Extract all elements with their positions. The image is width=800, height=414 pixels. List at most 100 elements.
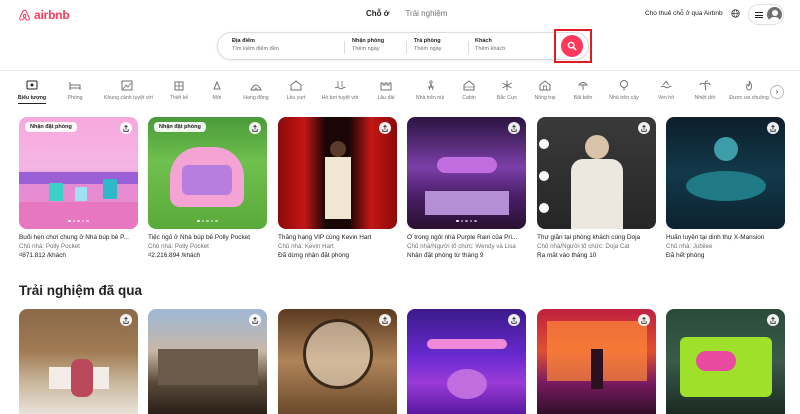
- chevron-right-icon[interactable]: ›: [770, 85, 784, 99]
- listing-card[interactable]: Huấn luyện tại dinh thự X-Mansion Chủ nh…: [666, 117, 785, 259]
- past-experience-card[interactable]: [407, 309, 526, 414]
- share-button[interactable]: [249, 122, 261, 134]
- share-icon: [252, 124, 258, 132]
- tab-experiences[interactable]: Trải nghiệm: [405, 9, 447, 18]
- experience-photo[interactable]: [537, 309, 656, 414]
- photo-carousel-dots: [19, 219, 138, 222]
- share-icon: [511, 124, 517, 132]
- share-button[interactable]: [767, 314, 779, 326]
- experience-photo[interactable]: [407, 309, 526, 414]
- listing-title: Thăng hạng VIP cùng Kevin Hart: [278, 234, 372, 241]
- tab-stays[interactable]: Chỗ ở: [366, 9, 389, 18]
- category-rooms[interactable]: Phòng: [52, 80, 98, 101]
- globe-icon[interactable]: [731, 9, 740, 18]
- category-views[interactable]: Khung cảnh tuyệt vời: [104, 80, 153, 101]
- share-icon: [511, 316, 517, 324]
- listing-title: Thư giãn tại phòng khách cùng Doja: [537, 234, 641, 241]
- yurt-icon: [290, 80, 302, 91]
- experience-photo[interactable]: [148, 309, 267, 414]
- past-experience-card[interactable]: [19, 309, 138, 414]
- listing-card[interactable]: Thư giãn tại phòng khách cùng Doja Chủ n…: [537, 117, 656, 259]
- past-experience-card[interactable]: [278, 309, 397, 414]
- photo-person-decoration: [330, 141, 346, 157]
- photo-carousel-dots: [148, 219, 267, 222]
- photo-person-decoration: [325, 157, 351, 219]
- treehouse-icon: [620, 80, 628, 91]
- category-yurts[interactable]: Lều yurt: [273, 80, 319, 101]
- checkout-label: Trả phòng: [414, 38, 441, 44]
- booking-badge: Nhận đặt phòng: [154, 122, 206, 132]
- listing-card[interactable]: Nhận đặt phòng Buổi hẹn chơi chung ở Nhà…: [19, 117, 138, 259]
- photo-person-decoration: [71, 359, 93, 397]
- share-button[interactable]: [120, 314, 132, 326]
- category-label: Hồ bơi tuyệt vời: [321, 95, 359, 101]
- become-host-link[interactable]: Cho thuê chỗ ở qua Airbnb: [645, 10, 723, 17]
- listing-photo[interactable]: Nhận đặt phòng: [19, 117, 138, 229]
- listing-photo[interactable]: Nhận đặt phòng: [148, 117, 267, 229]
- listing-card[interactable]: Ở trong ngôi nhà Purple Rain của Pri... …: [407, 117, 526, 259]
- photo-floor-decoration: [19, 202, 138, 229]
- experience-photo[interactable]: [278, 309, 397, 414]
- share-icon: [382, 316, 388, 324]
- category-treehouses[interactable]: Nhà trên cây: [601, 80, 647, 101]
- category-tropical[interactable]: Nhiệt đới: [682, 80, 728, 101]
- share-button[interactable]: [508, 314, 520, 326]
- search-button[interactable]: [561, 35, 583, 57]
- guests-field[interactable]: Khách Thêm khách: [475, 38, 505, 52]
- share-icon: [123, 316, 129, 324]
- where-placeholder: Tìm kiếm điểm đến: [232, 46, 279, 52]
- share-button[interactable]: [638, 314, 650, 326]
- search-bar: Địa điểm Tìm kiếm điểm đến Nhận phòng Th…: [217, 32, 589, 60]
- airbnb-logo[interactable]: airbnb: [18, 8, 70, 22]
- active-category-underline: [18, 103, 46, 104]
- share-button[interactable]: [767, 122, 779, 134]
- past-experience-card[interactable]: [666, 309, 785, 414]
- share-button[interactable]: [638, 122, 650, 134]
- listing-photo[interactable]: [407, 117, 526, 229]
- castle-icon: [380, 82, 392, 91]
- where-field[interactable]: Địa điểm Tìm kiếm điểm đến: [232, 38, 279, 52]
- listing-photo[interactable]: [666, 117, 785, 229]
- share-button[interactable]: [249, 314, 261, 326]
- past-experience-card[interactable]: [537, 309, 656, 414]
- share-button[interactable]: [120, 122, 132, 134]
- listing-photo[interactable]: [537, 117, 656, 229]
- share-icon: [123, 124, 129, 132]
- listing-card[interactable]: Nhận đặt phòng Tiệc ngủ ở Nhà búp bê Pol…: [148, 117, 267, 259]
- experience-photo[interactable]: [666, 309, 785, 414]
- category-label: Lâu đài: [377, 95, 395, 101]
- share-button[interactable]: [508, 122, 520, 134]
- checkout-field[interactable]: Trả phòng Thêm ngày: [414, 38, 442, 52]
- listing-title: Huấn luyện tại dinh thự X-Mansion: [666, 234, 765, 241]
- search-icon: [567, 41, 577, 51]
- tropical-icon: [699, 80, 711, 91]
- listing-photo[interactable]: [278, 117, 397, 229]
- share-button[interactable]: [379, 314, 391, 326]
- guests-label: Khách: [475, 38, 492, 44]
- category-icons[interactable]: Biểu tượng: [9, 80, 55, 101]
- airbnb-logo-icon: [19, 9, 30, 21]
- design-icon: [174, 81, 184, 91]
- user-menu-button[interactable]: [748, 4, 784, 25]
- pool-icon: [334, 81, 346, 90]
- share-button[interactable]: [379, 122, 391, 134]
- listing-card[interactable]: Thăng hạng VIP cùng Kevin Hart Chủ nhà: …: [278, 117, 397, 259]
- category-pools[interactable]: Hồ bơi tuyệt vời: [317, 80, 363, 101]
- share-icon: [382, 124, 388, 132]
- listing-title: Ở trong ngôi nhà Purple Rain của Pri...: [407, 234, 518, 241]
- listing-host: Chủ nhà: Polly Pocket: [19, 243, 80, 250]
- photo-clock-decoration: [303, 319, 373, 389]
- listing-host: Chủ nhà: Polly Pocket: [148, 243, 209, 250]
- past-experience-card[interactable]: [148, 309, 267, 414]
- experience-photo[interactable]: [19, 309, 138, 414]
- checkin-field[interactable]: Nhận phòng Thêm ngày: [352, 38, 384, 52]
- checkin-label: Nhận phòng: [352, 38, 385, 44]
- listing-host: Chủ nhà: Jubilee: [666, 243, 713, 250]
- category-beach[interactable]: Bãi biển: [560, 80, 606, 101]
- category-label: Bãi biển: [573, 95, 593, 101]
- user-avatar-icon: [767, 7, 782, 22]
- category-label: Khung cảnh tuyệt vời: [104, 95, 153, 101]
- past-experiences-title: Trải nghiệm đã qua: [19, 283, 143, 298]
- category-trending[interactable]: Được ưa chuộng: [726, 80, 772, 101]
- category-castles[interactable]: Lâu đài: [363, 80, 409, 101]
